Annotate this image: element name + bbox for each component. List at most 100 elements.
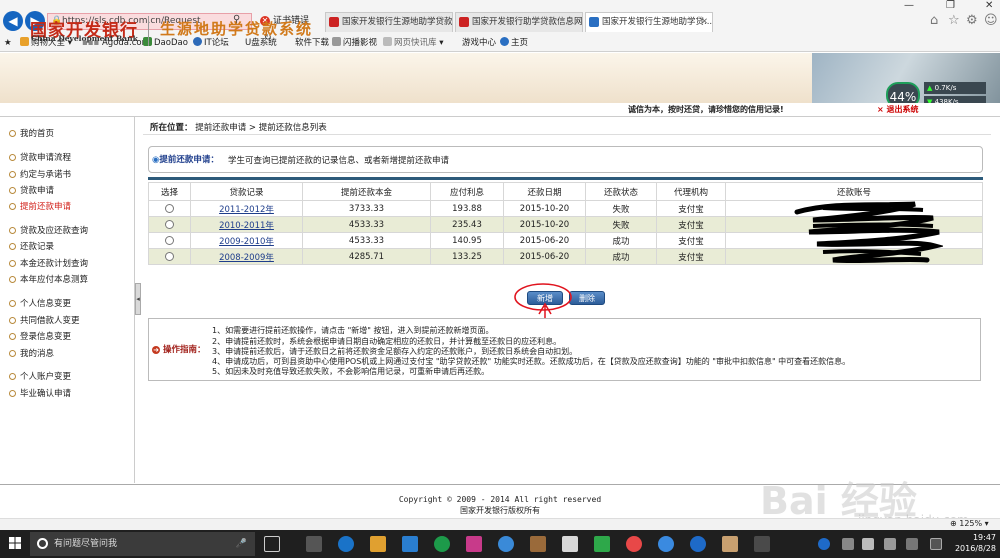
- fav-item[interactable]: 网页快讯库 ▾: [383, 34, 443, 52]
- green-app-icon[interactable]: [594, 536, 610, 552]
- app-icon[interactable]: [466, 536, 482, 552]
- sidebar-item-login[interactable]: 登录信息变更: [8, 330, 71, 342]
- loan-record-link[interactable]: 2009-2010年: [219, 237, 274, 247]
- logout-link[interactable]: × 退出系统: [877, 104, 919, 115]
- guide-icon: ➜: [152, 346, 160, 354]
- tab-3[interactable]: 国家开发银行生源地助学贷... ✕: [585, 12, 713, 32]
- smiley-icon[interactable]: ☺: [984, 13, 998, 28]
- app-icon[interactable]: [754, 536, 770, 552]
- cortana-search[interactable]: 有问题尽管问我 🎤: [30, 532, 255, 556]
- sidebar-item-plan[interactable]: 本金还款计划查询: [8, 257, 88, 269]
- store-icon[interactable]: [402, 536, 418, 552]
- network-icon[interactable]: [884, 538, 896, 550]
- sidebar-item-process[interactable]: 贷款申请流程: [8, 151, 71, 163]
- row-radio[interactable]: [165, 219, 174, 229]
- volume-icon[interactable]: [906, 538, 918, 550]
- favorites-bar: ★ 购物大全 ▾ ▪▪▪ Agoda.com DaoDao IT论坛 U盘系统 …: [0, 34, 1000, 52]
- sidebar-item-loan-query[interactable]: 贷款及应还款查询: [8, 224, 88, 236]
- column-header: 选择: [148, 182, 191, 201]
- favorites-icon[interactable]: ☆: [948, 13, 960, 28]
- gear-icon[interactable]: ⚙: [966, 13, 978, 28]
- red-app-icon[interactable]: [626, 536, 642, 552]
- folder-icon: [20, 37, 29, 46]
- home-icon[interactable]: ⌂: [930, 13, 938, 28]
- agency-cell: 支付宝: [656, 232, 726, 249]
- sidebar-item-calc[interactable]: 本年应付本息测算: [8, 273, 88, 285]
- sidebar-item-home[interactable]: 我的首页: [8, 127, 54, 139]
- task-view-icon[interactable]: [264, 536, 280, 552]
- status-cell: 成功: [585, 248, 657, 265]
- slogan-bar: [0, 103, 1000, 117]
- agency-cell: 支付宝: [656, 200, 726, 217]
- feed-icon: [383, 37, 392, 46]
- sidebar-item-messages[interactable]: 我的消息: [8, 347, 54, 359]
- sync-icon[interactable]: [498, 536, 514, 552]
- agency-cell: 支付宝: [656, 248, 726, 265]
- loan-record-link[interactable]: 2008-2009年: [219, 253, 274, 263]
- principal-cell: 4533.33: [302, 232, 431, 249]
- fav-item[interactable]: 闪播影视: [332, 34, 377, 52]
- column-header: 还款状态: [585, 182, 657, 201]
- game-icon[interactable]: [722, 536, 738, 552]
- tripadvisor-icon[interactable]: [434, 536, 450, 552]
- guide-line: 5、如因未及时充值导致还款失败，不会影响信用记录，可重新申请后再还款。: [212, 367, 490, 376]
- agency-cell: 支付宝: [656, 216, 726, 233]
- minimize-button[interactable]: —: [904, 0, 914, 11]
- sidebar-item-personal[interactable]: 个人信息变更: [8, 297, 71, 309]
- sidebar-item-loan-apply[interactable]: 贷款申请: [8, 184, 54, 196]
- favorites-star-icon[interactable]: ★: [4, 34, 12, 52]
- fav-item[interactable]: 游戏中心: [462, 34, 496, 52]
- sidebar-item-repay-record[interactable]: 还款记录: [8, 240, 54, 252]
- home-page-icon: [500, 37, 509, 46]
- row-radio[interactable]: [165, 203, 174, 213]
- ie-icon[interactable]: [658, 536, 674, 552]
- loan-record-link[interactable]: 2010-2011年: [219, 221, 274, 231]
- notepad-icon[interactable]: [562, 536, 578, 552]
- back-button[interactable]: ◀: [3, 11, 23, 31]
- row-radio[interactable]: [165, 251, 174, 261]
- tray-icon[interactable]: [862, 538, 874, 550]
- download-icon[interactable]: [818, 538, 830, 550]
- column-header: 应付利息: [430, 182, 504, 201]
- interest-cell: 235.43: [430, 216, 504, 233]
- loan-record-link[interactable]: 2011-2012年: [219, 205, 274, 215]
- column-header: 贷款记录: [190, 182, 303, 201]
- restore-button[interactable]: ❐: [946, 0, 955, 11]
- close-window-button[interactable]: ✕: [985, 0, 993, 11]
- tab-1[interactable]: 国家开发银行生源地助学贷款...: [325, 12, 453, 32]
- status-cell: 失败: [585, 200, 657, 217]
- sidebar-item-prepay[interactable]: 提前还款申请: [8, 200, 71, 212]
- principal-cell: 3733.33: [302, 200, 431, 217]
- column-header: 代理机构: [656, 182, 726, 201]
- principal-cell: 4533.33: [302, 216, 431, 233]
- close-tab-icon[interactable]: ✕: [701, 13, 708, 32]
- system-clock[interactable]: 19:47 2016/8/28: [954, 532, 996, 554]
- sidebar-item-account[interactable]: 个人账户变更: [8, 370, 71, 382]
- edge-icon[interactable]: [338, 536, 354, 552]
- sidebar-collapse-handle[interactable]: ◂: [135, 283, 141, 315]
- status-bar: [0, 518, 1000, 530]
- camera-app-icon[interactable]: [306, 536, 322, 552]
- ime-icon[interactable]: [930, 538, 942, 550]
- cortana-icon: [37, 538, 48, 549]
- fav-item[interactable]: 主页: [500, 34, 528, 52]
- interest-cell: 133.25: [430, 248, 504, 265]
- upload-speed: ▲ 0.7K/s: [924, 82, 986, 94]
- redaction-scribble: [794, 201, 943, 264]
- zoom-level[interactable]: ⊕ 125% ▾: [950, 519, 989, 528]
- row-radio[interactable]: [165, 235, 174, 245]
- tray-icon[interactable]: [842, 538, 854, 550]
- tab-2[interactable]: 国家开发银行助学贷款信息网: [455, 12, 583, 32]
- mic-icon[interactable]: 🎤: [236, 532, 247, 556]
- sidebar-item-coborrower[interactable]: 共同借款人变更: [9, 314, 80, 326]
- sidebar-item-agreement[interactable]: 约定与承诺书: [8, 168, 71, 180]
- sidebar-item-graduation[interactable]: 毕业确认申请: [8, 387, 71, 399]
- bank-logo-en: China Development Bank: [31, 34, 138, 43]
- help-icon[interactable]: [690, 536, 706, 552]
- divider: [143, 134, 991, 135]
- file-explorer-icon[interactable]: [370, 536, 386, 552]
- windows-start-icon[interactable]: [9, 537, 21, 549]
- interest-cell: 140.95: [430, 232, 504, 249]
- app-icon[interactable]: [530, 536, 546, 552]
- header-divider: [148, 16, 149, 46]
